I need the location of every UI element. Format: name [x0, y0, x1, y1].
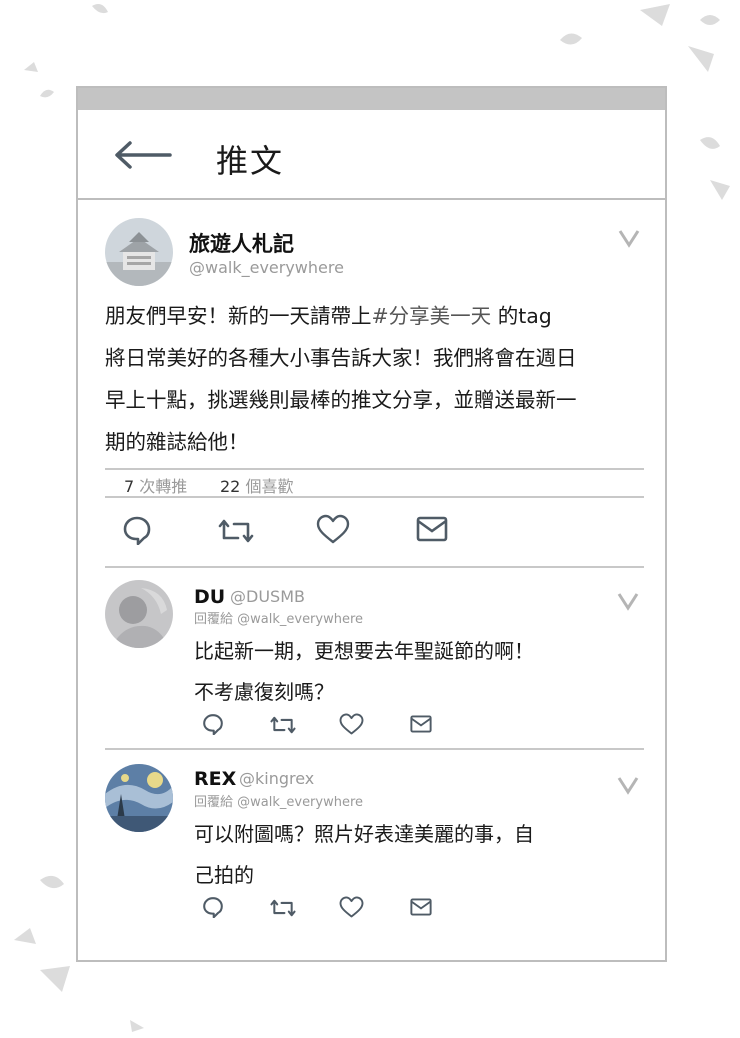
- avatar[interactable]: [105, 580, 173, 648]
- reply-bubble-icon: [202, 714, 224, 739]
- reply-bubble-icon: [122, 516, 152, 549]
- retweet-icon: [270, 716, 296, 740]
- like-button[interactable]: [339, 713, 364, 739]
- tweet-text-line: 將日常美好的各種大小事告訴大家！我們將會在週日: [105, 346, 577, 370]
- reply-text-line: 不考慮復刻嗎？: [194, 680, 334, 704]
- arrow-left-icon: [112, 141, 172, 176]
- avatar[interactable]: [105, 218, 173, 286]
- message-button[interactable]: [416, 515, 448, 547]
- heart-icon: [316, 514, 350, 548]
- message-button[interactable]: [410, 897, 432, 921]
- like-count[interactable]: 22 個喜歡: [220, 473, 293, 497]
- avatar[interactable]: [105, 764, 173, 832]
- author-handle[interactable]: @walk_everywhere: [189, 258, 344, 277]
- retweet-button[interactable]: [270, 897, 296, 923]
- divider: [105, 566, 644, 568]
- envelope-icon: [410, 898, 432, 921]
- reply-menu-button[interactable]: [616, 591, 640, 615]
- envelope-icon: [416, 516, 448, 547]
- retweet-icon: [270, 899, 296, 923]
- reply-author-handle[interactable]: @kingrex: [239, 769, 314, 788]
- reply-author-handle[interactable]: @DUSMB: [230, 587, 305, 606]
- tweet-card: 推文 旅遊人札記 @walk_everywhere 朋友們早安！新的一天請帶上#…: [76, 86, 667, 962]
- retweet-button[interactable]: [270, 714, 296, 740]
- author-name[interactable]: 旅遊人札記: [189, 228, 294, 258]
- like-button[interactable]: [339, 896, 364, 922]
- reply-author-name[interactable]: REX: [194, 768, 236, 790]
- reply-button[interactable]: [202, 713, 224, 739]
- divider: [105, 748, 644, 750]
- reply-button[interactable]: [122, 515, 152, 549]
- window-top-bar: [78, 88, 665, 110]
- retweet-button[interactable]: [218, 516, 254, 550]
- reply-bubble-icon: [202, 897, 224, 922]
- tweet-text-line: 期的雜誌給他！: [105, 430, 249, 454]
- page-title: 推文: [216, 142, 285, 180]
- reply-author-name[interactable]: DU: [194, 586, 225, 608]
- tweet-menu-button[interactable]: [617, 228, 641, 252]
- decor-leaves-right: [670, 120, 740, 220]
- divider: [105, 468, 644, 470]
- reply-to-label[interactable]: 回覆給 @walk_everywhere: [194, 791, 363, 810]
- reply-text-line: 可以附圖嗎？照片好表達美麗的事，自: [194, 822, 534, 846]
- reply-to-label[interactable]: 回覆給 @walk_everywhere: [194, 608, 363, 627]
- message-button[interactable]: [410, 714, 432, 738]
- chevron-down-icon: [616, 777, 640, 799]
- tweet-text-line: 早上十點，挑選幾則最棒的推文分享，並贈送最新一: [105, 388, 577, 412]
- divider: [105, 496, 644, 498]
- tweet-text-line: 朋友們早安！新的一天請帶上#分享美一天 的tag: [105, 304, 552, 328]
- reply-menu-button[interactable]: [616, 775, 640, 799]
- reply-button[interactable]: [202, 896, 224, 922]
- heart-icon: [339, 896, 364, 922]
- envelope-icon: [410, 715, 432, 738]
- retweet-count[interactable]: 7 次轉推: [124, 473, 187, 497]
- chevron-down-icon: [617, 230, 641, 252]
- retweet-icon: [218, 519, 254, 550]
- reply-text-line: 比起新一期，更想要去年聖誕節的啊！: [194, 639, 534, 663]
- header-bar: 推文: [78, 110, 665, 200]
- reply-text-line: 己拍的: [194, 863, 254, 887]
- back-button[interactable]: [112, 138, 172, 176]
- heart-icon: [339, 713, 364, 739]
- like-button[interactable]: [316, 514, 350, 548]
- hashtag-link[interactable]: #分享美一天: [372, 304, 492, 328]
- chevron-down-icon: [616, 593, 640, 615]
